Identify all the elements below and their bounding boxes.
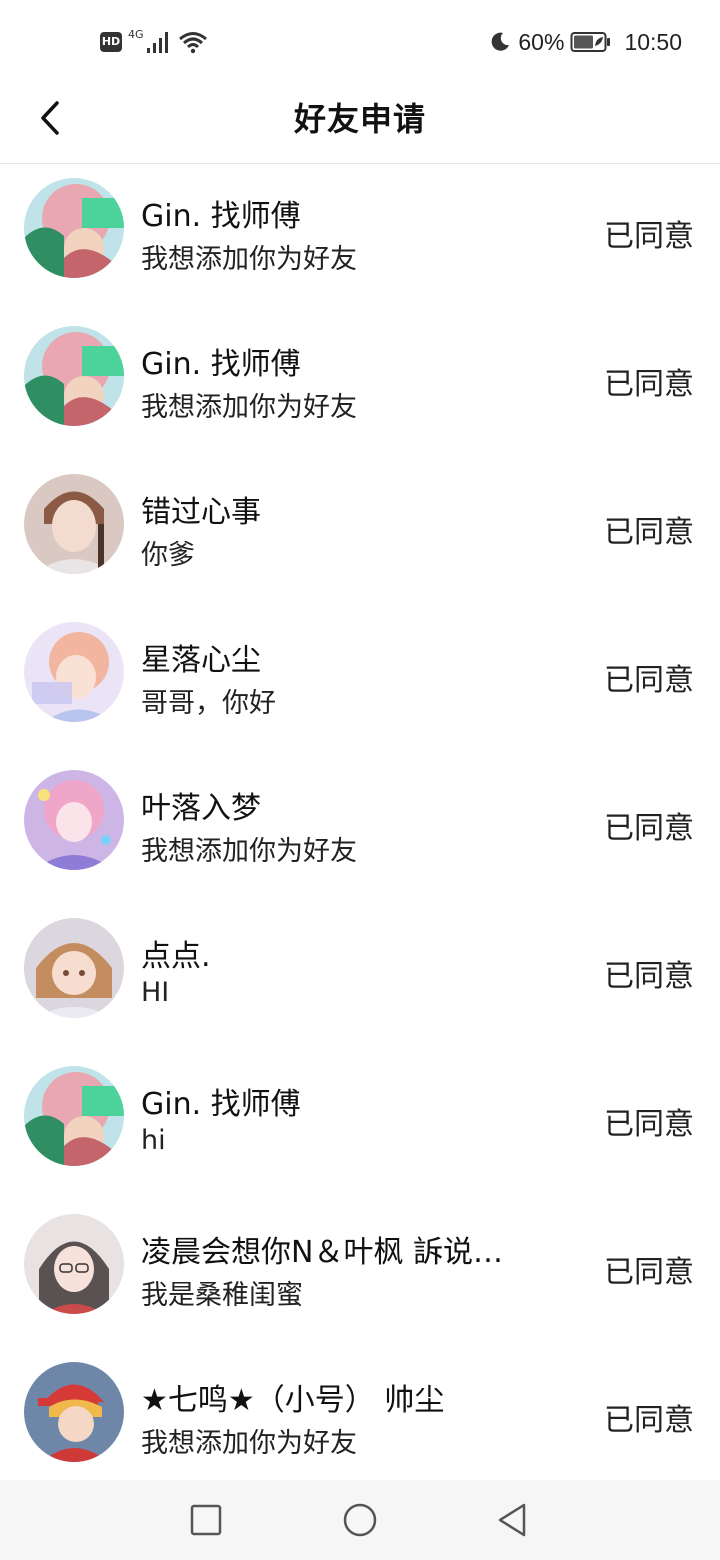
requester-name: 叶落入梦 <box>141 791 261 826</box>
request-message: hi <box>141 1125 166 1156</box>
request-status: 已同意 <box>604 1255 694 1290</box>
request-status: 已同意 <box>604 811 694 846</box>
moon-icon <box>492 32 510 51</box>
hd-icon: HD <box>100 32 122 52</box>
request-message: 我想添加你为好友 <box>141 244 357 275</box>
home-icon <box>343 1503 377 1537</box>
battery-icon <box>570 32 611 52</box>
friend-request-item[interactable]: Gin. 找师傅 我想添加你为好友 已同意 <box>0 165 720 313</box>
nav-back-button[interactable] <box>492 1500 532 1540</box>
friend-request-item[interactable]: 点点. HI 已同意 <box>0 905 720 1053</box>
requester-name: Gin. 找师傅 <box>141 1087 301 1122</box>
request-message: 我想添加你为好友 <box>141 392 357 423</box>
avatar[interactable] <box>24 474 124 574</box>
requester-name: 错过心事 <box>141 495 261 530</box>
request-message: 你爹 <box>141 540 195 571</box>
requester-name: ★七鸣★（小号） 帅尘 <box>141 1383 445 1418</box>
avatar[interactable] <box>24 1214 124 1314</box>
avatar[interactable] <box>24 622 124 722</box>
friend-request-item[interactable]: 凌晨会想你N＆叶枫 訴说… 我是桑稚闺蜜 已同意 <box>0 1201 720 1349</box>
recent-apps-icon <box>190 1504 222 1536</box>
request-status: 已同意 <box>604 663 694 698</box>
avatar[interactable] <box>24 1066 124 1166</box>
status-bar: HD 4G 60% 10:50 <box>0 0 720 84</box>
header: 好友申请 <box>0 84 720 164</box>
requester-name: 星落心尘 <box>141 643 261 678</box>
wifi-icon <box>178 32 207 54</box>
friend-request-item[interactable]: Gin. 找师傅 我想添加你为好友 已同意 <box>0 313 720 461</box>
avatar[interactable] <box>24 1362 124 1462</box>
friend-request-item[interactable]: 错过心事 你爹 已同意 <box>0 461 720 609</box>
request-message: 我想添加你为好友 <box>141 1428 357 1459</box>
request-message: HI <box>141 977 170 1008</box>
friend-requests-screen: HD 4G 60% 10:50 好友申请 Gin. 找师傅 我想添加你为好友 已… <box>0 0 720 1560</box>
request-status: 已同意 <box>604 515 694 550</box>
back-icon <box>498 1503 526 1537</box>
request-status: 已同意 <box>604 219 694 254</box>
avatar[interactable] <box>24 918 124 1018</box>
requester-name: 点点. <box>141 939 211 974</box>
page-title: 好友申请 <box>293 100 426 138</box>
friend-request-item[interactable]: Gin. 找师傅 hi 已同意 <box>0 1053 720 1201</box>
friend-request-list: Gin. 找师傅 我想添加你为好友 已同意 Gin. 找师傅 我想添加你为好友 … <box>0 165 720 1497</box>
requester-name: Gin. 找师傅 <box>141 199 301 234</box>
system-nav-bar <box>0 1480 720 1560</box>
status-bar-left: HD 4G <box>100 28 208 56</box>
avatar[interactable] <box>24 178 124 278</box>
request-status: 已同意 <box>604 1107 694 1142</box>
battery-percent: 60% <box>518 28 565 55</box>
recent-apps-button[interactable] <box>186 1500 226 1540</box>
request-status: 已同意 <box>604 367 694 402</box>
request-message: 哥哥，你好 <box>141 688 276 719</box>
request-status: 已同意 <box>604 959 694 994</box>
friend-request-item[interactable]: ★七鸣★（小号） 帅尘 我想添加你为好友 已同意 <box>0 1349 720 1497</box>
network-type-label: 4G <box>128 27 144 41</box>
avatar[interactable] <box>24 326 124 426</box>
request-message: 我是桑稚闺蜜 <box>141 1280 303 1311</box>
avatar[interactable] <box>24 770 124 870</box>
home-button[interactable] <box>340 1500 380 1540</box>
requester-name: Gin. 找师傅 <box>141 347 301 382</box>
request-message: 我想添加你为好友 <box>141 836 357 867</box>
clock: 10:50 <box>624 28 682 55</box>
friend-request-item[interactable]: 叶落入梦 我想添加你为好友 已同意 <box>0 757 720 905</box>
request-status: 已同意 <box>604 1403 694 1438</box>
friend-request-item[interactable]: 星落心尘 哥哥，你好 已同意 <box>0 609 720 757</box>
status-bar-right: 60% 10:50 <box>488 26 682 58</box>
signal-icon <box>146 32 168 53</box>
requester-name: 凌晨会想你N＆叶枫 訴说… <box>141 1235 503 1270</box>
